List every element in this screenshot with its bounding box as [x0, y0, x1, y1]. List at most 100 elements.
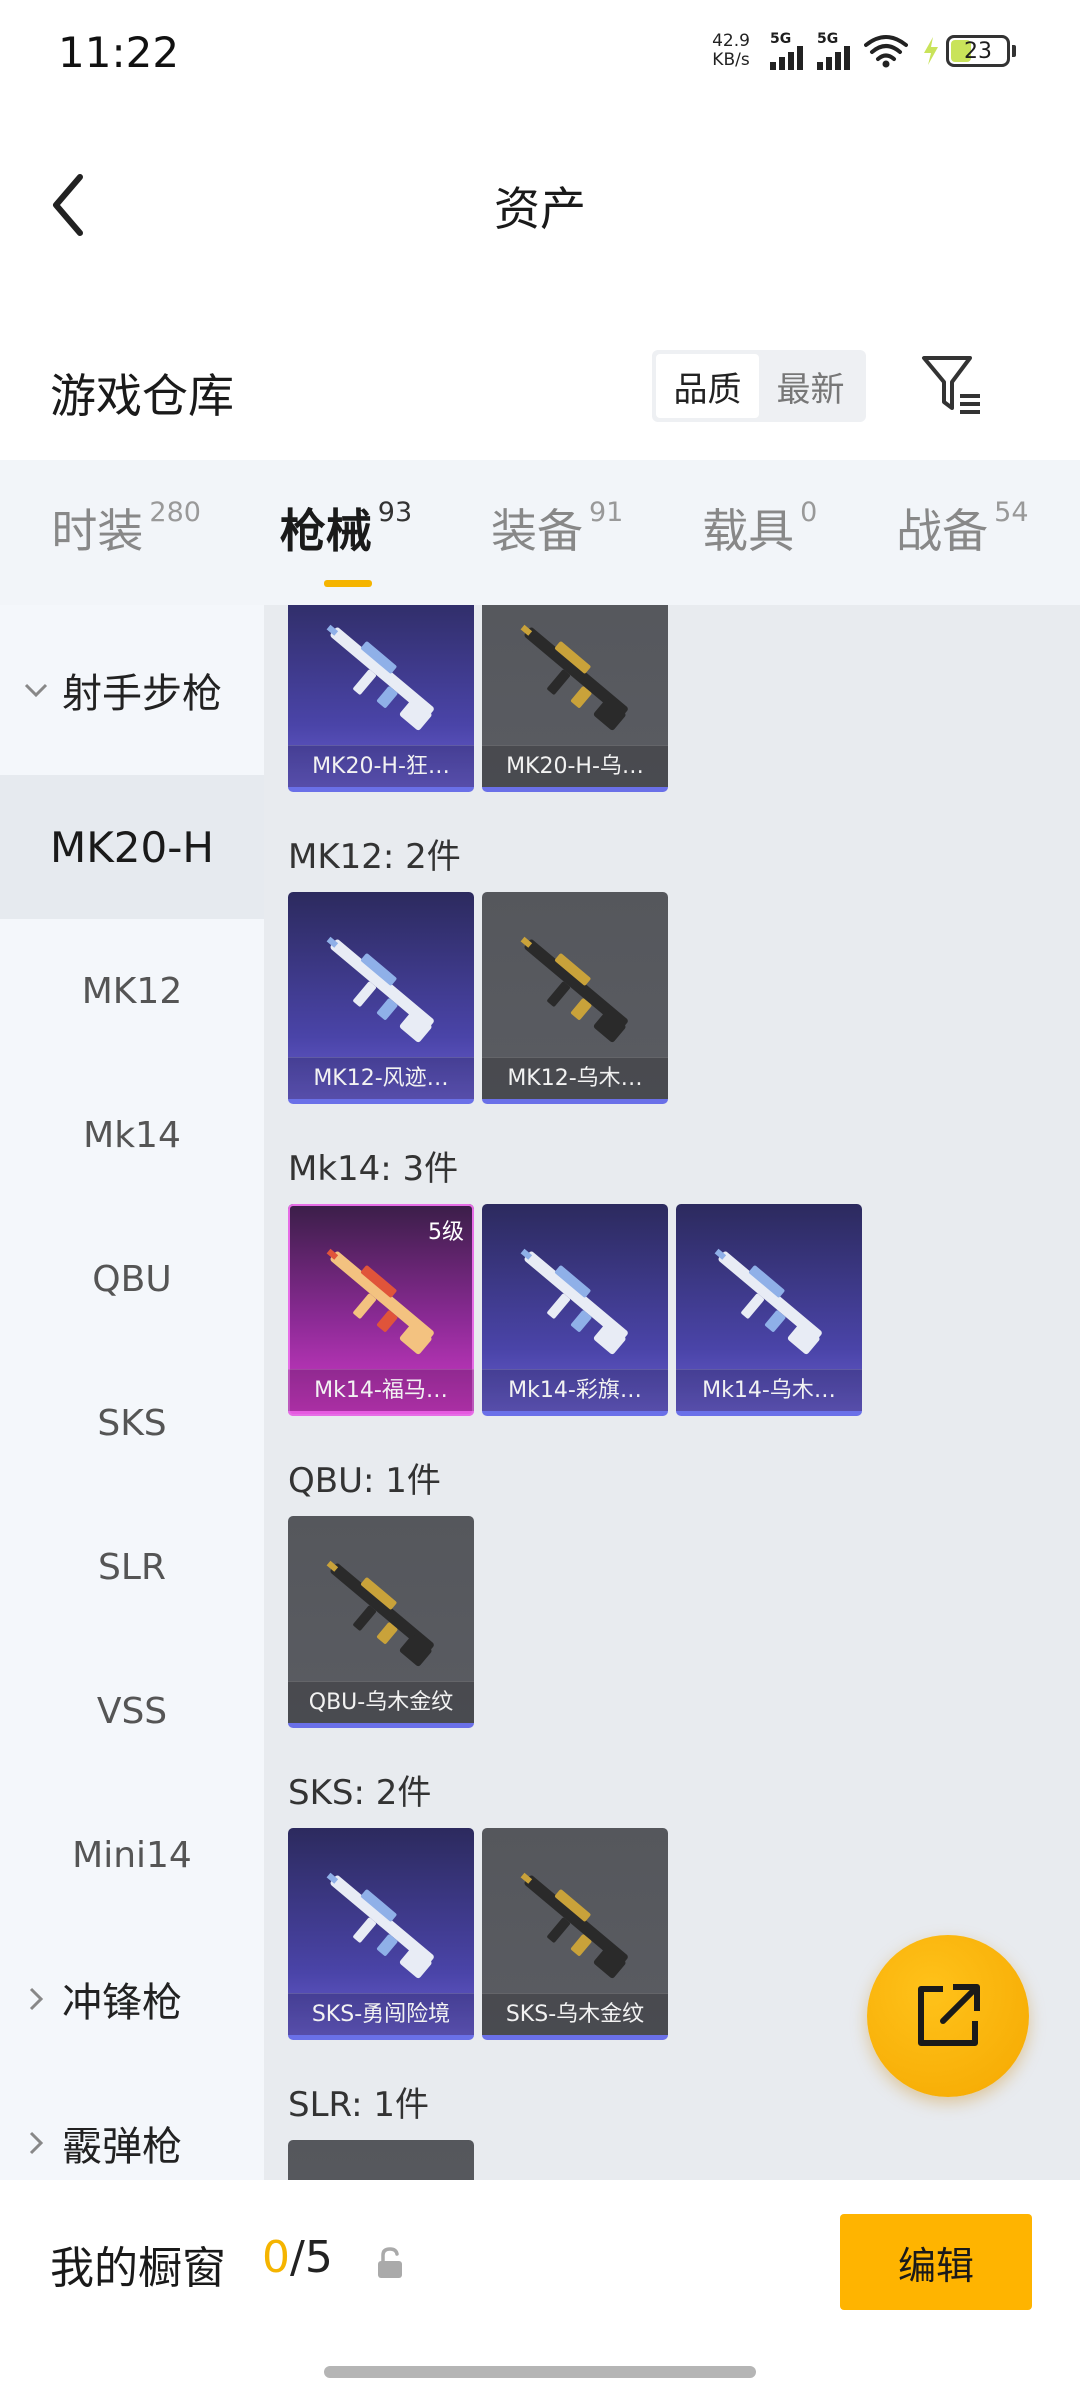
home-indicator[interactable]: [324, 2366, 756, 2378]
filter-icon[interactable]: [920, 352, 986, 418]
weapon-card[interactable]: 5级 Mk14-福马…: [288, 1204, 474, 1416]
weapon-card-label: QBU-乌木金纹: [288, 1681, 474, 1723]
weapon-section: MK20-H-狂… MK20-H-乌…: [288, 605, 862, 792]
tab-label: 时装: [51, 503, 144, 558]
net-speed-unit: KB/s: [712, 50, 750, 70]
tab-supplies[interactable]: 战备 54: [896, 495, 1028, 571]
sidebar-item-mk20h[interactable]: MK20-H: [0, 775, 264, 919]
tab-equipment[interactable]: 装备 91: [491, 495, 623, 571]
rifle-icon: [326, 1560, 434, 1667]
sidebar-item-qbu[interactable]: QBU: [0, 1207, 264, 1351]
rifle-icon: [326, 936, 434, 1043]
sidebar-group-label: 射手步枪: [62, 671, 222, 717]
weapon-card-row: MK12-风迹… MK12-乌木…: [288, 892, 862, 1104]
signal-label: 5G: [817, 31, 839, 47]
sidebar-item-label: MK12: [81, 970, 183, 1012]
sidebar-item-label: Mk14: [83, 1114, 181, 1156]
sidebar-item-label: VSS: [96, 1690, 168, 1732]
sort-option-newest[interactable]: 最新: [759, 354, 862, 418]
share-fab-button[interactable]: [867, 1935, 1029, 2097]
section-title: SLR: 1件: [288, 2085, 429, 2125]
sidebar-group-label: 冲锋枪: [62, 1980, 182, 2026]
tab-count: 91: [588, 496, 624, 528]
tab-label: 战备: [896, 503, 989, 558]
weapon-card-row: 5级 Mk14-福马… Mk14-彩旗… Mk14-乌木…: [288, 1204, 862, 1416]
showcase-label: 我的橱窗: [50, 2243, 226, 2294]
weapon-card[interactable]: [288, 2140, 474, 2180]
chevron-right-icon: [22, 2129, 50, 2157]
showcase-count: 0/5: [262, 2232, 333, 2283]
weapon-card-row: [288, 2140, 862, 2180]
wifi-icon: [864, 35, 908, 68]
level-badge: 5级: [428, 1220, 464, 1245]
weapon-card-label: MK12-风迹…: [288, 1057, 474, 1099]
rifle-icon: [326, 1872, 434, 1979]
weapon-card[interactable]: SKS-勇闯险境: [288, 1828, 474, 2040]
tab-vehicles[interactable]: 载具 0: [702, 495, 817, 571]
weapon-card-label: SKS-乌木金纹: [482, 1993, 668, 2035]
edit-button[interactable]: 编辑: [840, 2214, 1032, 2310]
tab-label: 装备: [490, 503, 583, 558]
rifle-icon: [520, 1248, 628, 1355]
charging-bolt-icon: [924, 37, 938, 65]
rifle-icon: [520, 624, 628, 731]
showcase-count-total: /5: [290, 2232, 333, 2283]
battery-level: 23: [964, 38, 992, 64]
active-tab-indicator: [323, 579, 372, 587]
tab-guns[interactable]: 枪械 93: [280, 495, 412, 587]
tab-label: 载具: [702, 503, 795, 558]
sidebar-item-label: MK20-H: [50, 822, 214, 872]
sidebar-group-marksman-rifle[interactable]: 射手步枪: [0, 605, 264, 775]
tab-count: 54: [994, 496, 1029, 528]
rifle-icon: [308, 2160, 454, 2180]
tab-fashion[interactable]: 时装 280: [51, 495, 201, 571]
sidebar-item-vss[interactable]: VSS: [0, 1639, 264, 1783]
sidebar-item-slr[interactable]: SLR: [0, 1495, 264, 1639]
chevron-down-icon: [22, 676, 50, 704]
signal-label: 5G: [770, 31, 792, 47]
weapon-card-row: MK20-H-狂… MK20-H-乌…: [288, 605, 862, 792]
weapon-card[interactable]: Mk14-乌木…: [676, 1204, 862, 1416]
sidebar-item-mini14[interactable]: Mini14: [0, 1783, 264, 1927]
sidebar-group-shotgun[interactable]: 霰弹枪: [0, 2071, 264, 2180]
chevron-right-icon: [22, 1985, 50, 2013]
weapon-card-label: Mk14-乌木…: [676, 1369, 862, 1411]
category-tabs: 时装 280 枪械 93 装备 91 载具 0 战备 54: [0, 460, 1080, 605]
rifle-icon: [520, 1872, 628, 1979]
weapon-card-label: Mk14-福马…: [288, 1369, 474, 1411]
sidebar-item-mk14[interactable]: Mk14: [0, 1063, 264, 1207]
weapon-card[interactable]: QBU-乌木金纹: [288, 1516, 474, 1728]
weapon-card-row: SKS-勇闯险境 SKS-乌木金纹: [288, 1828, 862, 2040]
warehouse-row: 游戏仓库 品质 最新: [0, 330, 1080, 450]
sidebar-group-smg[interactable]: 冲锋枪: [0, 1927, 264, 2071]
sidebar-group-label: 霰弹枪: [62, 2124, 182, 2170]
weapon-card[interactable]: SKS-乌木金纹: [482, 1828, 668, 2040]
weapon-card-label: MK20-H-乌…: [482, 745, 668, 787]
sort-option-quality[interactable]: 品质: [656, 354, 759, 418]
page-title: 资产: [494, 182, 586, 236]
rifle-icon: [714, 1248, 822, 1355]
unlock-icon: [378, 2247, 402, 2278]
weapon-card-label: MK20-H-狂…: [288, 745, 474, 787]
sidebar-item-sks[interactable]: SKS: [0, 1351, 264, 1495]
net-speed-value: 42.9: [712, 31, 750, 51]
weapon-card[interactable]: MK12-风迹…: [288, 892, 474, 1104]
weapon-card[interactable]: Mk14-彩旗…: [482, 1204, 668, 1416]
weapon-sections: MK20-H-狂… MK20-H-乌… MK12: 2件 MK12-风迹… MK12-乌…: [288, 605, 862, 2180]
showcase-count-current: 0: [262, 2232, 290, 2283]
weapon-card[interactable]: MK12-乌木…: [482, 892, 668, 1104]
weapon-card-label: Mk14-彩旗…: [482, 1369, 668, 1411]
showcase-bar: 我的橱窗 0/5 编辑: [0, 2180, 1080, 2400]
signal-icon: 5G: [817, 32, 850, 70]
weapon-section: QBU: 1件 QBU-乌木金纹: [288, 1446, 862, 1728]
sidebar-item-mk12[interactable]: MK12: [0, 919, 264, 1063]
tab-count: 280: [149, 496, 201, 528]
weapon-section: SLR: 1件: [288, 2070, 862, 2180]
weapon-card[interactable]: MK20-H-狂…: [288, 605, 474, 792]
section-title: MK12: 2件: [288, 837, 461, 877]
battery-icon: 23: [922, 35, 1016, 67]
weapon-card[interactable]: MK20-H-乌…: [482, 605, 668, 792]
rifle-icon: [326, 624, 434, 731]
sidebar-item-label: SLR: [98, 1546, 166, 1588]
status-time: 11:22: [58, 28, 180, 77]
